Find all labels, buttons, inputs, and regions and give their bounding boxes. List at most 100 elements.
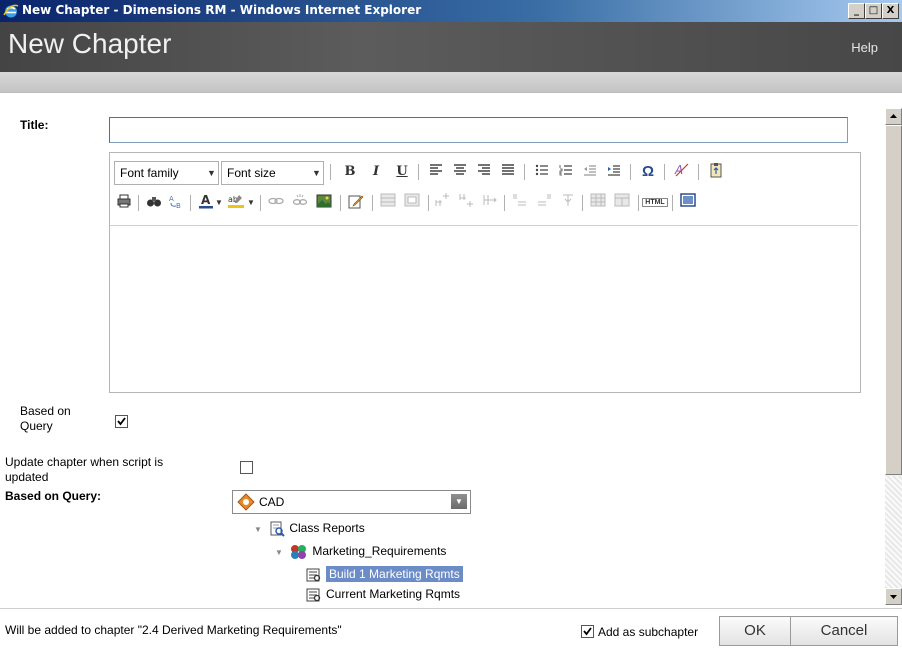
title-label: Title: — [20, 118, 49, 132]
highlight-color-icon[interactable]: ab — [226, 193, 246, 213]
italic-button[interactable]: I — [366, 162, 386, 182]
toolbar-separator — [418, 164, 419, 180]
print-icon[interactable] — [114, 193, 134, 213]
title-input[interactable] — [109, 117, 848, 143]
expand-triangle-icon[interactable]: ▼ — [254, 521, 266, 539]
tree-node-class-reports[interactable]: ▼ Class Reports — [254, 519, 365, 537]
add-as-subchapter-checkbox[interactable] — [581, 625, 594, 638]
vertical-scrollbar[interactable] — [885, 108, 902, 605]
fullscreen-icon[interactable] — [678, 193, 698, 213]
chevron-down-icon[interactable]: ▼ — [214, 193, 224, 213]
toolbar-separator — [664, 164, 665, 180]
outdent-icon[interactable] — [580, 162, 600, 182]
html-source-label: HTML — [642, 198, 668, 207]
based-on-query-checkbox[interactable] — [115, 415, 128, 428]
editor-toolbar-row-2: AB A ▼ ab ▼ HTML — [110, 192, 858, 216]
help-link[interactable]: Help — [851, 40, 878, 55]
edit-icon[interactable] — [346, 193, 366, 213]
replace-icon[interactable]: AB — [166, 193, 186, 213]
align-center-icon[interactable] — [450, 162, 470, 182]
numbered-list-icon[interactable] — [556, 162, 576, 182]
table-row-icon[interactable] — [378, 193, 398, 213]
scroll-down-arrow[interactable] — [885, 588, 902, 605]
underline-button[interactable]: U — [392, 162, 412, 182]
bullet-list-icon[interactable] — [532, 162, 552, 182]
svg-text:A: A — [169, 195, 174, 203]
remove-format-icon[interactable]: A — [672, 162, 692, 182]
toolbar-separator — [372, 195, 373, 211]
toolbar-separator — [138, 195, 139, 211]
cancel-button[interactable]: Cancel — [790, 616, 898, 646]
minimize-button[interactable]: _ — [848, 3, 865, 19]
toolbar-separator — [524, 164, 525, 180]
report-icon — [306, 588, 321, 602]
toolbar-separator — [638, 195, 639, 211]
align-justify-icon[interactable] — [498, 162, 518, 182]
tree-node-build-1-marketing-rqmts[interactable]: Build 1 Marketing Rqmts — [306, 565, 463, 583]
chevron-down-icon[interactable]: ▼ — [451, 494, 467, 509]
chevron-down-icon[interactable]: ▼ — [246, 193, 256, 213]
bold-button[interactable]: B — [340, 162, 360, 182]
window-title-bar[interactable]: New Chapter - Dimensions RM - Windows In… — [0, 0, 902, 22]
toolbar-separator — [672, 195, 673, 211]
expand-triangle-icon[interactable]: ▼ — [275, 544, 287, 562]
special-character-button[interactable]: Ω — [638, 162, 658, 182]
image-icon[interactable] — [314, 193, 334, 213]
toolbar-separator — [260, 195, 261, 211]
add-as-subchapter-label: Add as subchapter — [598, 625, 699, 639]
align-left-icon[interactable] — [426, 162, 446, 182]
insert-column-before-icon[interactable] — [510, 193, 530, 213]
close-button[interactable]: X — [882, 3, 899, 19]
ok-button[interactable]: OK — [719, 616, 791, 646]
tree-node-label: Marketing_Requirements — [312, 544, 447, 558]
header-subbar — [0, 72, 902, 93]
font-family-select[interactable]: Font family ▼ — [114, 161, 219, 185]
chevron-down-icon: ▼ — [207, 168, 216, 178]
unlink-icon[interactable] — [290, 193, 310, 213]
toolbar-separator — [330, 164, 331, 180]
text-color-icon[interactable]: A — [196, 193, 216, 213]
based-on-query-label: Based on Query — [20, 404, 71, 434]
scrollbar-thumb[interactable] — [885, 125, 902, 475]
tree-node-current-marketing-rqmts[interactable]: Current Marketing Rqmts — [306, 585, 460, 603]
link-icon[interactable] — [266, 193, 286, 213]
arrow-up-icon — [890, 114, 897, 118]
toolbar-separator — [428, 195, 429, 211]
paste-icon[interactable] — [706, 162, 726, 182]
delete-column-icon[interactable] — [558, 193, 578, 213]
insert-row-before-icon[interactable] — [432, 193, 452, 213]
tree-node-label: Current Marketing Rqmts — [326, 587, 461, 601]
update-chapter-label-line2: updated — [5, 470, 49, 484]
arrow-down-icon — [890, 595, 897, 599]
based-on-query-label-line1: Based on — [20, 404, 71, 418]
editor-toolbar-row-1: Font family ▼ Font size ▼ B I U Ω A — [110, 161, 858, 185]
toolbar-separator — [582, 195, 583, 211]
report-folder-icon — [270, 521, 286, 537]
page-title: New Chapter — [8, 28, 172, 59]
chevron-down-icon: ▼ — [312, 168, 321, 178]
query-select[interactable]: CAD ▼ — [232, 490, 471, 514]
internet-explorer-icon — [3, 4, 19, 18]
insert-row-after-icon[interactable] — [456, 193, 476, 213]
rich-text-editor: Font family ▼ Font size ▼ B I U Ω A A B … — [109, 152, 861, 393]
tree-node-marketing-requirements[interactable]: ▼ Marketing_Requirements — [275, 542, 446, 560]
indent-icon[interactable] — [604, 162, 624, 182]
tree-node-label: Class Reports — [289, 521, 365, 535]
find-icon[interactable] — [144, 193, 164, 213]
scrollbar-track[interactable] — [885, 476, 902, 588]
page-header: New Chapter Help — [0, 22, 902, 72]
editor-content-area[interactable] — [110, 225, 858, 391]
delete-row-icon[interactable] — [480, 193, 500, 213]
scroll-up-arrow[interactable] — [885, 108, 902, 125]
merge-cells-icon[interactable] — [588, 193, 608, 213]
split-cells-icon[interactable] — [612, 193, 632, 213]
update-chapter-checkbox[interactable] — [240, 461, 253, 474]
svg-text:B: B — [176, 202, 181, 209]
font-size-select[interactable]: Font size ▼ — [221, 161, 324, 185]
align-right-icon[interactable] — [474, 162, 494, 182]
insert-column-after-icon[interactable] — [534, 193, 554, 213]
table-cell-icon[interactable] — [402, 193, 422, 213]
window-title: New Chapter - Dimensions RM - Windows In… — [22, 3, 422, 17]
maximize-button[interactable]: □ — [865, 3, 882, 19]
html-source-button[interactable]: HTML — [642, 193, 668, 213]
